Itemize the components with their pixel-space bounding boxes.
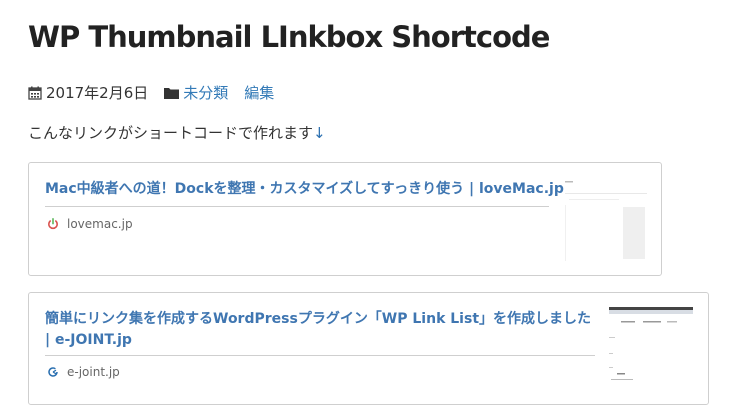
linkbox-divider xyxy=(45,206,549,207)
folder-icon xyxy=(164,87,180,99)
power-icon xyxy=(48,218,58,230)
calendar-icon xyxy=(28,86,42,100)
linkbox-domain: lovemac.jp xyxy=(67,217,133,231)
e-logo-icon xyxy=(48,367,58,377)
down-arrow-icon: ↓ xyxy=(313,124,326,142)
linkbox-title[interactable]: 簡単にリンク集を作成するWordPressプラグイン「WP Link List」… xyxy=(45,309,597,351)
linkbox-ejoint[interactable]: 簡単にリンク集を作成するWordPressプラグイン「WP Link List」… xyxy=(28,292,709,405)
category-link[interactable]: 未分類 xyxy=(183,82,228,103)
intro-text: こんなリンクがショートコードで作れます↓ xyxy=(28,122,326,143)
post-meta: 2017年2月6日 未分類 編集 xyxy=(28,82,274,103)
linkbox-thumbnail[interactable] xyxy=(609,307,693,391)
edit-link[interactable]: 編集 xyxy=(244,82,274,103)
intro-sentence: こんなリンクがショートコードで作れます xyxy=(28,124,314,142)
linkbox-site: e-joint.jp xyxy=(47,365,120,379)
post-date: 2017年2月6日 xyxy=(46,84,149,102)
linkbox-divider xyxy=(45,355,595,356)
linkbox-title[interactable]: Mac中級者への道！Dockを整理・カスタマイズしてすっきり使う | loveM… xyxy=(45,179,565,200)
linkbox-lovemac[interactable]: Mac中級者への道！Dockを整理・カスタマイズしてすっきり使う | loveM… xyxy=(28,162,662,276)
linkbox-thumbnail[interactable] xyxy=(565,181,647,261)
post-title: WP Thumbnail LInkbox Shortcode xyxy=(28,20,550,54)
linkbox-domain: e-joint.jp xyxy=(67,365,120,379)
linkbox-site: lovemac.jp xyxy=(47,217,133,231)
